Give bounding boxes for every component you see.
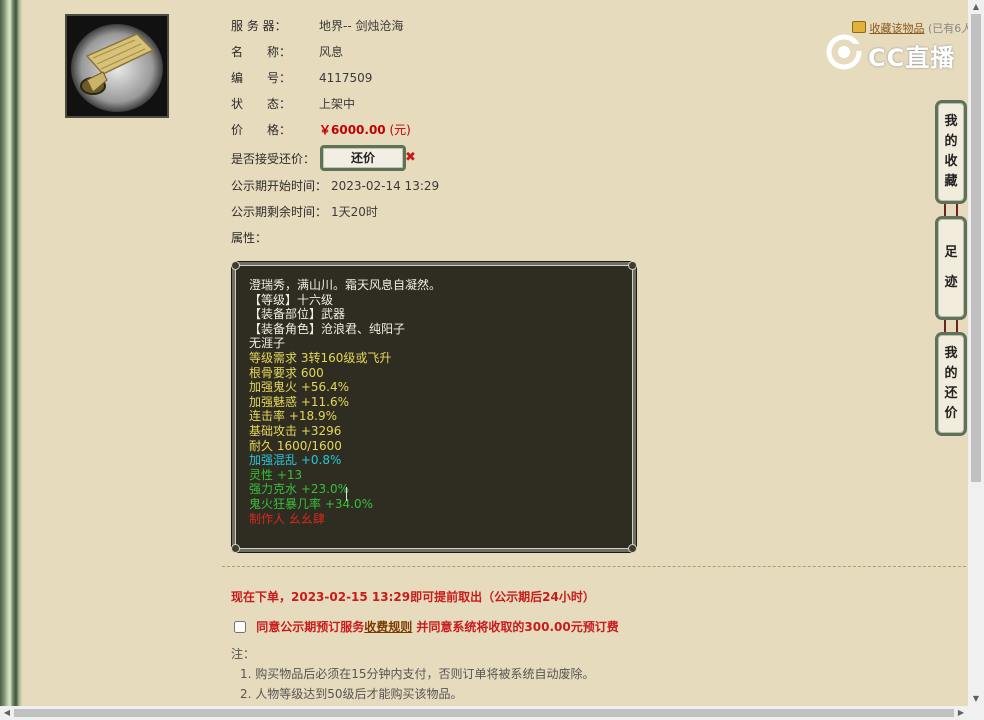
panel-corner <box>628 544 637 553</box>
bargain-button[interactable]: 还价 <box>320 145 406 171</box>
vertical-scrollbar[interactable]: ▲ ▼ <box>968 0 984 706</box>
id-value: 4117509 <box>319 71 373 85</box>
status-label: 状 态： <box>231 97 292 111</box>
public-remain-value: 1天20时 <box>331 205 378 219</box>
watermark-text: CC直播 <box>868 44 956 72</box>
bargain-label: 是否接受还价： <box>231 152 316 166</box>
attribute-line: 根骨要求 600 <box>249 365 324 380</box>
panel-corner <box>231 261 240 270</box>
attribute-line: 灵性 +13 <box>249 467 303 482</box>
attribute-list: 澄瑞秀，满山川。霜天风息自凝然。 【等级】十六级 【装备部位】武器 【装备角色】沧浪君… <box>249 278 633 526</box>
id-label: 编 号： <box>231 71 292 85</box>
agree-row: 同意公示期预订服务收费规则 并同意系统将收取的300.00元预订费 <box>234 618 619 635</box>
vertical-scroll-thumb[interactable] <box>971 14 981 482</box>
public-start-value: 2023-02-14 13:29 <box>331 179 440 193</box>
attribute-panel: 澄瑞秀，满山川。霜天风息自凝然。 【等级】十六级 【装备部位】武器 【装备角色】沧浪君… <box>231 261 637 553</box>
scroll-up-icon[interactable]: ▲ <box>968 0 984 14</box>
page-left-frame <box>0 0 22 706</box>
attr-label: 属性： <box>231 231 268 245</box>
side-tab-char: 还 <box>944 386 958 401</box>
attribute-line: 等级需求 3转160级或飞升 <box>249 350 392 365</box>
dashed-separator <box>222 566 966 567</box>
attribute-line: 加强混乱 +0.8% <box>249 453 342 468</box>
side-tab-char: 我 <box>944 114 958 129</box>
name-label: 名 称： <box>231 45 292 59</box>
side-tab-my-bargains[interactable]: 我 的 还 价 <box>935 332 967 436</box>
attribute-line: 基础攻击 +3296 <box>249 423 342 438</box>
side-tab-char: 的 <box>944 366 958 381</box>
server-label: 服 务 器： <box>231 19 287 33</box>
attribute-line: 【等级】十六级 <box>249 292 334 307</box>
horizontal-scrollbar[interactable]: ◀ ▶ <box>0 706 984 720</box>
note-line-1: 1. 购买物品后必须在15分钟内支付，否则订单将被系统自动废除。 <box>240 667 595 681</box>
notes-title: 注： <box>231 647 256 661</box>
attribute-line: 【装备角色】沧浪君、纯阳子 <box>249 321 406 336</box>
attribute-line: 制作人 幺幺肆 <box>249 511 325 526</box>
bargain-close-icon[interactable]: ✖ <box>405 150 416 165</box>
attribute-line: 加强鬼火 +56.4% <box>249 380 349 395</box>
price-label: 价 格： <box>231 123 292 137</box>
item-thumbnail <box>65 14 169 118</box>
side-tab-char: 足 <box>944 245 958 260</box>
attribute-line: 加强魅惑 +11.6% <box>249 394 349 409</box>
side-tab-footprints[interactable]: 足 迹 <box>935 216 967 320</box>
horizontal-scroll-thumb[interactable] <box>14 709 954 717</box>
attribute-line: 澄瑞秀，满山川。霜天风息自凝然。 <box>249 278 442 292</box>
attribute-line: 【装备部位】武器 <box>249 307 346 322</box>
price-unit: (元) <box>389 123 411 137</box>
status-value: 上架中 <box>319 97 356 111</box>
scroll-left-icon[interactable]: ◀ <box>0 706 14 720</box>
side-tab-my-favorites[interactable]: 我 的 收 藏 <box>935 100 967 204</box>
attribute-line: 连击率 +18.9% <box>249 409 337 424</box>
agree-checkbox[interactable] <box>234 621 246 633</box>
public-start-label: 公示期开始时间： <box>231 179 328 193</box>
server-value: 地界-- 剑烛沧海 <box>319 19 404 33</box>
attribute-line: 无涯子 <box>249 336 286 351</box>
public-remain-label: 公示期剩余时间： <box>231 205 328 219</box>
side-tab-char: 的 <box>944 134 958 149</box>
side-tab-char: 藏 <box>944 174 958 189</box>
attribute-line: 耐久 1600/1600 <box>249 438 342 453</box>
scroll-right-icon[interactable]: ▶ <box>954 706 968 720</box>
side-tab-char: 收 <box>944 154 958 169</box>
price-value: ￥6000.00 (元) <box>319 121 411 139</box>
agree-prefix: 同意公示期预订服务 <box>256 620 365 634</box>
panel-corner <box>231 544 240 553</box>
price-amount: ￥6000.00 <box>319 123 386 137</box>
scroll-weapon-icon <box>67 16 167 116</box>
side-tab-char: 价 <box>944 406 958 421</box>
note-line-2: 2. 人物等级达到50级后才能购买该物品。 <box>240 687 463 701</box>
side-tab-char: 我 <box>944 346 958 361</box>
scroll-down-icon[interactable]: ▼ <box>968 692 984 706</box>
text-cursor-icon <box>346 487 349 501</box>
side-tab-char: 迹 <box>944 275 958 290</box>
name-value: 风息 <box>319 45 344 59</box>
panel-corner <box>628 261 637 270</box>
attribute-line: 鬼火狂暴几率 +34.0% <box>249 496 373 511</box>
attribute-line: 强力克水 +23.0% <box>249 482 349 497</box>
order-note: 现在下单，2023-02-15 13:29即可提前取出（公示期后24小时） <box>231 590 595 604</box>
fee-rule-link[interactable]: 收费规则 <box>364 620 412 634</box>
agree-suffix: 并同意系统将收取的300.00元预订费 <box>412 620 619 634</box>
